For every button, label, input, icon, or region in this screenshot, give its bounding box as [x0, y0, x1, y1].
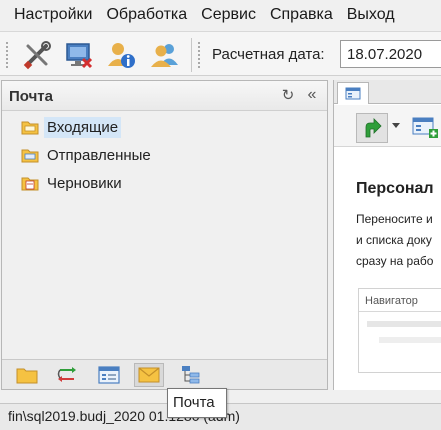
go-button[interactable]: [356, 113, 388, 143]
mail-icon: [138, 367, 160, 383]
drafts-folder-icon: [20, 174, 40, 192]
user-info-button[interactable]: [104, 38, 138, 72]
content-tab-strip: [334, 80, 441, 104]
content-panel: Персонал Переносите и и списка доку сраз…: [333, 80, 441, 390]
users-icon: [151, 44, 178, 67]
users-button[interactable]: [148, 38, 182, 72]
navigator-preview-item: [379, 337, 441, 343]
nav-folders-button[interactable]: [12, 363, 42, 387]
mail-panel-title: Почта: [9, 88, 53, 105]
content-heading: Персонал: [356, 180, 434, 197]
add-grid-button[interactable]: [409, 113, 441, 143]
sent-folder-icon: [20, 146, 40, 164]
folder-drafts-label: Черновики: [47, 174, 122, 192]
menu-help[interactable]: Справка: [270, 6, 333, 24]
toolbar-grip-2[interactable]: [198, 42, 201, 68]
nav-mail-button[interactable]: [134, 363, 164, 387]
menu-bar: Настройки Обработка Сервис Справка Выход: [0, 0, 441, 30]
add-grid-icon: [412, 117, 438, 138]
navigator-preview-item: [367, 321, 441, 327]
inbox-folder-icon: [20, 118, 40, 136]
navigator-preview-divider: [359, 311, 441, 312]
settings-tools-button[interactable]: [20, 38, 54, 72]
menu-processing[interactable]: Обработка: [106, 6, 187, 24]
tree-icon: [182, 366, 200, 384]
tab-navigator[interactable]: [337, 82, 369, 104]
workflow-icon: [57, 367, 76, 382]
main-toolbar: Расчетная дата:: [0, 31, 441, 76]
user-info-icon: [108, 43, 135, 68]
content-text-line-3: сразу на рабо: [356, 254, 434, 268]
navigator-preview: Навигатор: [358, 288, 441, 373]
content-text-line-2: и списка доку: [356, 233, 432, 247]
nav-tree-button[interactable]: [176, 363, 206, 387]
menu-service[interactable]: Сервис: [201, 6, 256, 24]
refresh-icon[interactable]: ↻: [279, 87, 297, 105]
settings-tools-icon: [23, 41, 51, 70]
content-toolbar: [334, 105, 441, 147]
menu-exit[interactable]: Выход: [347, 6, 395, 24]
disconnect-computer-icon: [66, 43, 93, 69]
navigator-preview-title: Навигатор: [365, 295, 418, 307]
folder-inbox-label: Входящие: [44, 116, 122, 138]
dropdown-arrow-icon[interactable]: [392, 123, 400, 128]
list-view-icon: [98, 366, 120, 384]
panel-nav-bar: [2, 359, 327, 389]
window-icon: [345, 87, 361, 100]
folder-sent-label: Отправленные: [47, 146, 151, 164]
content-text-line-1: Переносите и: [356, 212, 433, 226]
calc-date-label: Расчетная дата:: [212, 46, 325, 63]
calc-date-input[interactable]: [340, 40, 441, 68]
disconnect-button[interactable]: [62, 38, 96, 72]
green-arrow-icon: [365, 118, 382, 138]
toolbar-separator: [191, 38, 192, 72]
mail-panel-header: Почта ↻ «: [2, 81, 327, 111]
toolbar-grip[interactable]: [6, 42, 9, 68]
folder-drafts[interactable]: Черновики: [20, 171, 125, 195]
folder-inbox[interactable]: Входящие: [20, 115, 122, 139]
collapse-panel-icon[interactable]: «: [303, 87, 321, 105]
menu-settings[interactable]: Настройки: [14, 6, 92, 24]
nav-workflow-button[interactable]: [52, 363, 82, 387]
folder-sent[interactable]: Отправленные: [20, 143, 154, 167]
nav-list-button[interactable]: [94, 363, 124, 387]
folder-icon: [16, 368, 38, 384]
tooltip: Почта: [167, 388, 227, 418]
mail-panel: Почта ↻ « Входящие Отправленные Черновик…: [1, 80, 328, 390]
